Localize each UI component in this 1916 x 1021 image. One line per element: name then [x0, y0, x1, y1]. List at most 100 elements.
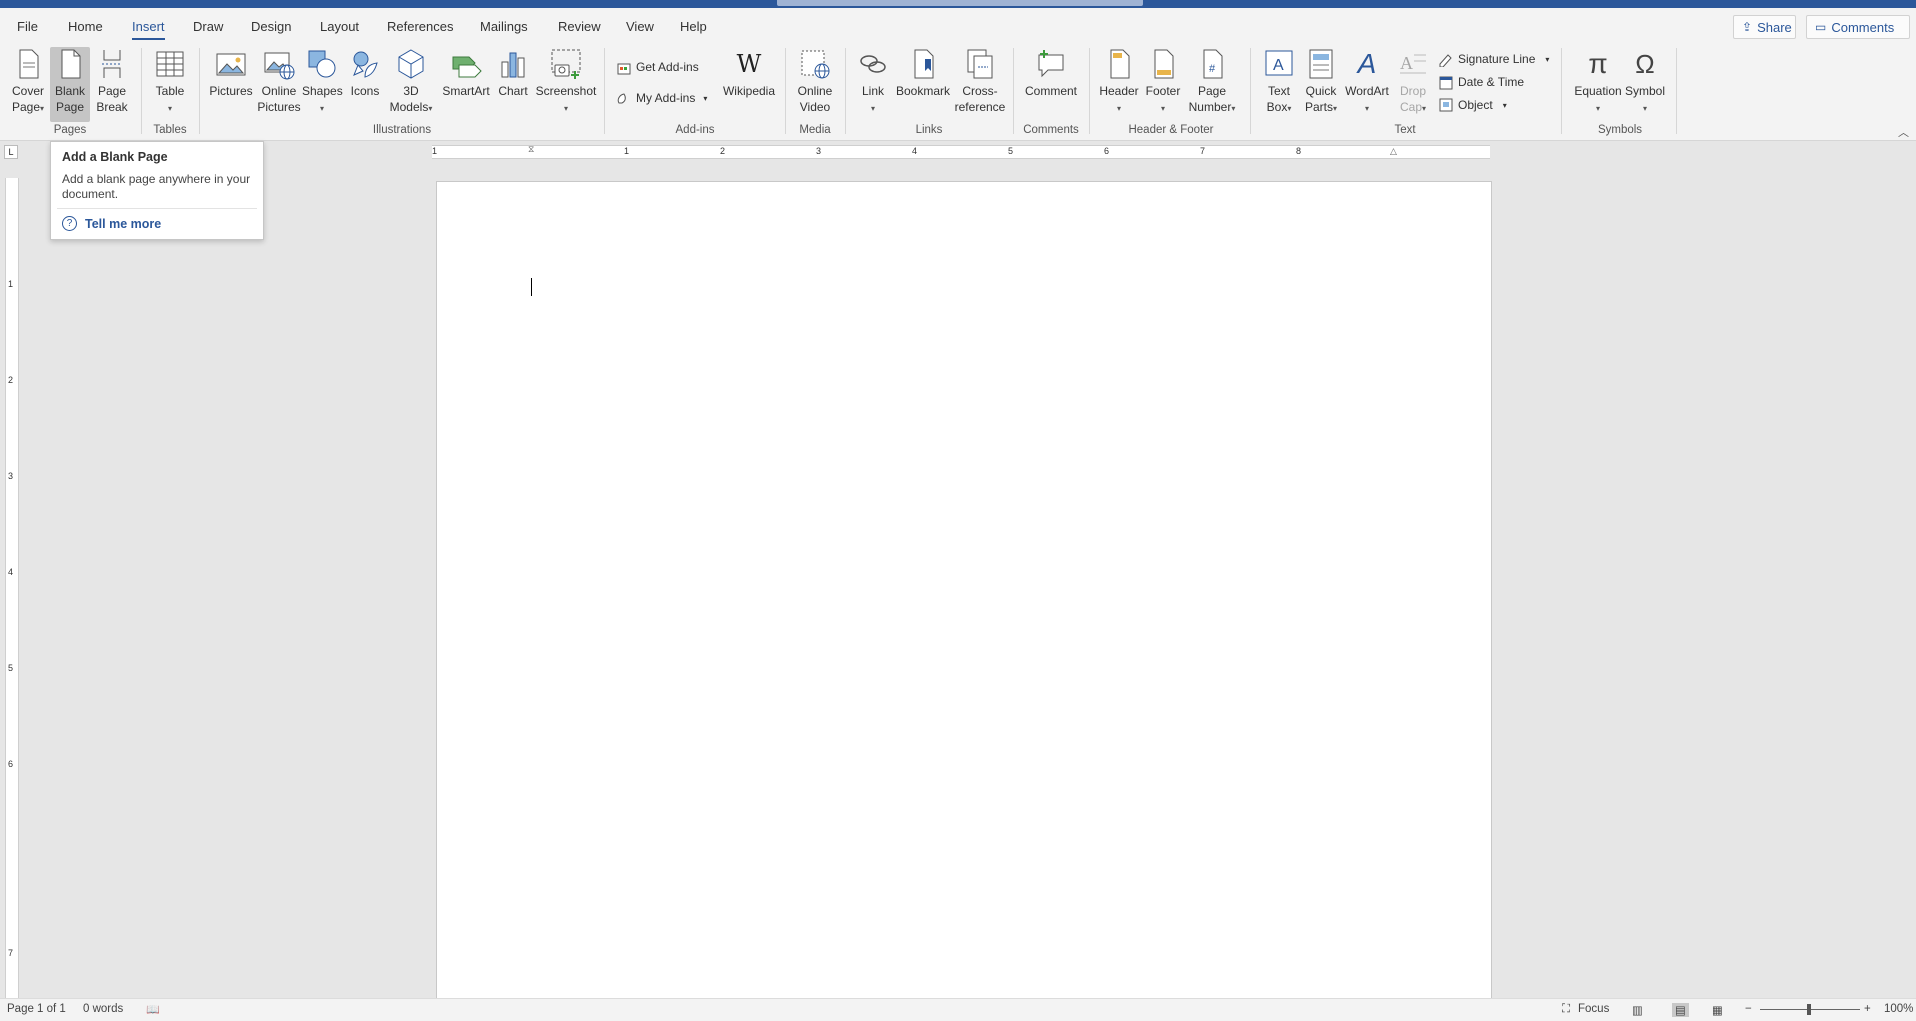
table-icon [153, 47, 187, 81]
icons-icon [348, 47, 382, 81]
divider [141, 48, 142, 134]
tooltip-title: Add a Blank Page [62, 150, 168, 164]
tell-me-more-link[interactable]: ? Tell me more [62, 216, 161, 231]
online-video-button[interactable]: Online Video [792, 47, 838, 115]
status-bar: Page 1 of 1 0 words 📖 ⛶ Focus ▥ ▤ ▦ − + … [0, 998, 1916, 1021]
svg-text:#: # [1209, 63, 1216, 75]
word-count[interactable]: 0 words [83, 1003, 123, 1015]
signature-line-button[interactable]: Signature Line ▾ [1438, 49, 1549, 69]
group-label-header-footer: Header & Footer [1128, 124, 1214, 136]
divider [1013, 48, 1014, 134]
shapes-icon [305, 47, 339, 81]
vertical-ruler[interactable]: 1 2 3 4 5 6 7 [5, 178, 19, 998]
text-box-button[interactable]: A Text Box▾ [1258, 47, 1300, 117]
divider [845, 48, 846, 134]
chart-icon [496, 47, 530, 81]
cross-reference-button[interactable]: Cross-reference [954, 47, 1006, 115]
wikipedia-button[interactable]: W Wikipedia [720, 47, 778, 99]
read-mode-icon[interactable]: ▥ [1632, 1003, 1643, 1017]
object-button[interactable]: Object ▾ [1438, 95, 1507, 115]
menu-bar: File Home Insert Draw Design Layout Refe… [0, 8, 1916, 44]
group-label-comments: Comments [1023, 124, 1079, 136]
tab-references[interactable]: References [387, 19, 453, 34]
icons-button[interactable]: Icons [346, 47, 384, 99]
tab-view[interactable]: View [626, 19, 654, 34]
group-label-add-ins: Add-ins [675, 124, 715, 136]
object-icon [1438, 97, 1454, 113]
pictures-button[interactable]: Pictures [208, 47, 254, 99]
symbol-button[interactable]: Ω Symbol ▾ [1620, 47, 1670, 117]
footer-button[interactable]: Footer ▾ [1142, 47, 1184, 117]
focus-button[interactable]: Focus [1578, 1003, 1609, 1015]
title-bar [0, 0, 1916, 8]
web-layout-icon[interactable]: ▦ [1712, 1003, 1723, 1017]
zoom-level[interactable]: 100% [1884, 1003, 1913, 1015]
tab-draw[interactable]: Draw [193, 19, 223, 34]
equation-button[interactable]: π Equation ▾ [1570, 47, 1626, 117]
text-cursor [531, 278, 532, 296]
quick-parts-button[interactable]: Quick Parts▾ [1300, 47, 1342, 117]
comments-button[interactable]: ▭ Comments [1806, 15, 1910, 39]
indent-marker-icon[interactable]: ⧖ [528, 144, 534, 155]
right-indent-icon[interactable]: △ [1390, 146, 1397, 157]
tooltip-blank-page: Add a Blank Page Add a blank page anywhe… [50, 141, 264, 240]
horizontal-ruler[interactable]: 1 1 2 3 4 5 6 7 8 ⧖ △ [432, 144, 1490, 159]
svg-text:A: A [1273, 57, 1284, 74]
table-button[interactable]: Table ▾ [152, 47, 188, 117]
date-time-button[interactable]: Date & Time [1438, 72, 1524, 92]
online-pictures-button[interactable]: Online Pictures [256, 47, 302, 115]
3d-models-button[interactable]: 3D Models▾ [386, 47, 436, 117]
tab-file[interactable]: File [17, 19, 38, 34]
group-label-illustrations: Illustrations [372, 124, 432, 136]
tab-help[interactable]: Help [680, 19, 707, 34]
search-box[interactable] [777, 0, 1143, 6]
chart-button[interactable]: Chart [495, 47, 531, 99]
smartart-button[interactable]: SmartArt [440, 47, 492, 99]
proofing-icon[interactable]: 📖 [146, 1003, 160, 1016]
comment-button[interactable]: Comment [1020, 47, 1082, 99]
tab-selector[interactable]: L [4, 145, 18, 159]
bookmark-button[interactable]: Bookmark [894, 47, 952, 99]
page-number-icon: # [1195, 47, 1229, 81]
share-button[interactable]: ⇪ Share [1733, 15, 1796, 39]
tooltip-body: Add a blank page anywhere in your docume… [62, 172, 251, 201]
page-break-icon [95, 47, 129, 81]
help-icon: ? [62, 216, 77, 231]
tab-home[interactable]: Home [68, 19, 103, 34]
tab-insert[interactable]: Insert [132, 19, 165, 40]
my-add-ins-button[interactable]: My Add-ins ▾ [616, 88, 707, 108]
divider [199, 48, 200, 134]
blank-page-button[interactable]: Blank Page [50, 47, 90, 122]
calendar-icon [1438, 74, 1454, 90]
header-button[interactable]: Header ▾ [1096, 47, 1142, 117]
page-count[interactable]: Page 1 of 1 [7, 1003, 66, 1015]
link-button[interactable]: Link ▾ [854, 47, 892, 117]
share-icon: ⇪ [1742, 20, 1753, 34]
comment-icon: ▭ [1815, 20, 1827, 34]
divider [1676, 48, 1677, 134]
add-ins-icon [616, 90, 632, 106]
wordart-button[interactable]: A WordArt ▾ [1342, 47, 1392, 117]
tab-design[interactable]: Design [251, 19, 291, 34]
zoom-in-button[interactable]: + [1864, 1003, 1871, 1015]
collapse-ribbon-icon[interactable]: ︿ [1898, 124, 1909, 140]
smartart-icon [449, 47, 483, 81]
shapes-button[interactable]: Shapes ▾ [302, 47, 343, 117]
zoom-slider-thumb[interactable] [1807, 1004, 1811, 1015]
page-break-button[interactable]: Page Break [92, 47, 132, 115]
blank-page-icon [53, 47, 87, 81]
cover-page-button[interactable]: Cover Page▾ [8, 47, 48, 117]
drop-cap-button[interactable]: A Drop Cap▾ [1392, 47, 1434, 117]
get-add-ins-button[interactable]: Get Add-ins [616, 57, 699, 77]
print-layout-icon[interactable]: ▤ [1672, 1003, 1689, 1017]
screenshot-button[interactable]: Screenshot ▾ [535, 47, 597, 117]
tab-mailings[interactable]: Mailings [480, 19, 528, 34]
document-page[interactable] [436, 181, 1492, 1001]
group-label-links: Links [915, 124, 943, 136]
tab-layout[interactable]: Layout [320, 19, 359, 34]
page-number-button[interactable]: # Page Number▾ [1184, 47, 1240, 117]
omega-icon: Ω [1635, 49, 1655, 79]
tab-review[interactable]: Review [558, 19, 601, 34]
focus-icon[interactable]: ⛶ [1562, 1003, 1570, 1016]
zoom-out-button[interactable]: − [1745, 1003, 1752, 1015]
